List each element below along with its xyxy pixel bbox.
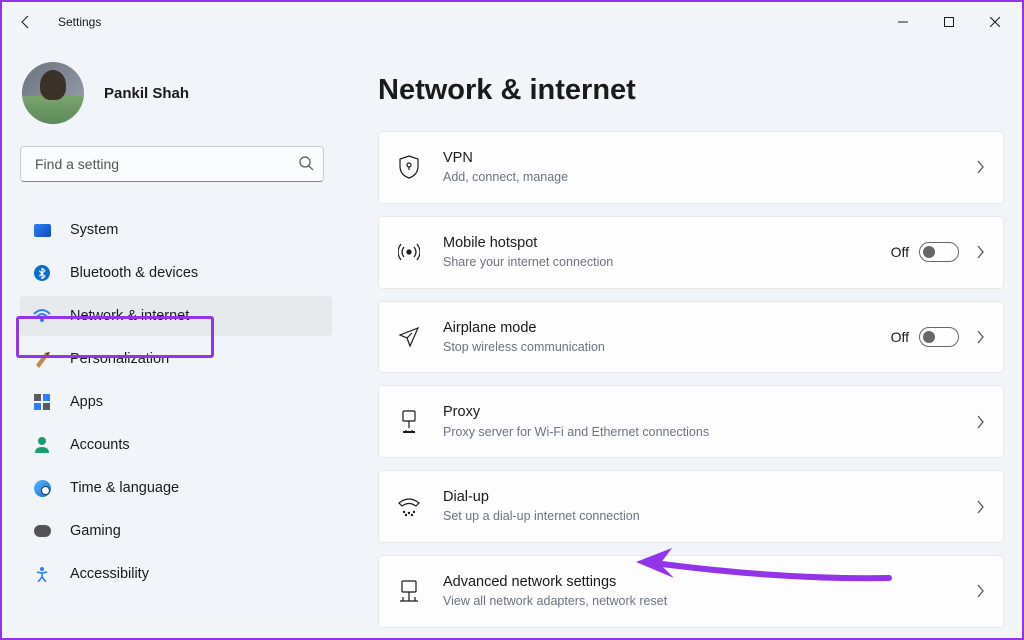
card-sub: View all network adapters, network reset [443, 593, 975, 611]
sidebar-item-apps[interactable]: Apps [20, 382, 332, 422]
card-title: Proxy [443, 402, 975, 422]
avatar [22, 62, 84, 124]
bluetooth-icon [32, 264, 52, 282]
nav-label: Personalization [70, 351, 169, 367]
card-sub: Stop wireless communication [443, 339, 891, 357]
card-sub: Set up a dial-up internet connection [443, 508, 975, 526]
nav-label: Gaming [70, 523, 121, 539]
minimize-icon [898, 17, 908, 27]
card-text: VPN Add, connect, manage [443, 148, 975, 187]
chevron-right-icon [975, 500, 985, 514]
setting-vpn[interactable]: VPN Add, connect, manage [378, 131, 1004, 204]
setting-proxy[interactable]: Proxy Proxy server for Wi-Fi and Etherne… [378, 385, 1004, 458]
card-title: Dial-up [443, 487, 975, 507]
airplane-toggle[interactable] [919, 327, 959, 347]
chevron-right-icon [975, 584, 985, 598]
sidebar-item-time-language[interactable]: Time & language [20, 468, 332, 508]
sidebar-item-gaming[interactable]: Gaming [20, 511, 332, 551]
sidebar-item-personalization[interactable]: Personalization [20, 339, 332, 379]
card-text: Advanced network settings View all netwo… [443, 572, 975, 611]
setting-dialup[interactable]: Dial-up Set up a dial-up internet connec… [378, 470, 1004, 543]
display-icon [32, 221, 52, 239]
arrow-left-icon [18, 14, 34, 30]
toggle-status: Off [891, 329, 909, 345]
maximize-icon [944, 17, 954, 27]
chevron-right-icon [975, 160, 985, 174]
sidebar: Pankil Shah System Bluetooth & devices N… [2, 42, 342, 638]
window-controls [880, 4, 1018, 40]
nav-label: Time & language [70, 480, 179, 496]
nav-label: Network & internet [70, 308, 189, 324]
card-title: VPN [443, 148, 975, 168]
maximize-button[interactable] [926, 4, 972, 40]
brush-icon [32, 350, 52, 368]
back-button[interactable] [6, 2, 46, 42]
search-icon [298, 155, 314, 171]
chevron-right-icon [975, 245, 985, 259]
card-title: Mobile hotspot [443, 233, 891, 253]
nav-label: Bluetooth & devices [70, 265, 198, 281]
user-name: Pankil Shah [104, 85, 189, 102]
sidebar-item-accessibility[interactable]: Accessibility [20, 554, 332, 594]
chevron-right-icon [975, 415, 985, 429]
airplane-icon [397, 325, 421, 349]
card-text: Mobile hotspot Share your internet conne… [443, 233, 891, 272]
setting-airplane-mode[interactable]: Airplane mode Stop wireless communicatio… [378, 301, 1004, 374]
nav-label: Accessibility [70, 566, 149, 582]
setting-advanced-network[interactable]: Advanced network settings View all netwo… [378, 555, 1004, 628]
globe-clock-icon [32, 479, 52, 497]
toggle-status: Off [891, 244, 909, 260]
phone-icon [397, 495, 421, 519]
nav-label: System [70, 222, 118, 238]
card-text: Dial-up Set up a dial-up internet connec… [443, 487, 975, 526]
close-icon [990, 17, 1000, 27]
apps-icon [32, 393, 52, 411]
card-text: Proxy Proxy server for Wi-Fi and Etherne… [443, 402, 975, 441]
hotspot-toggle[interactable] [919, 242, 959, 262]
user-profile[interactable]: Pankil Shah [12, 46, 332, 146]
main-panel: Network & internet VPN Add, connect, man… [342, 42, 1022, 638]
sidebar-item-system[interactable]: System [20, 210, 332, 250]
search-input[interactable] [20, 146, 324, 182]
card-title: Airplane mode [443, 318, 891, 338]
sidebar-item-accounts[interactable]: Accounts [20, 425, 332, 465]
minimize-button[interactable] [880, 4, 926, 40]
sidebar-item-network[interactable]: Network & internet [20, 296, 332, 336]
card-sub: Proxy server for Wi-Fi and Ethernet conn… [443, 424, 975, 442]
setting-mobile-hotspot[interactable]: Mobile hotspot Share your internet conne… [378, 216, 1004, 289]
nav-label: Accounts [70, 437, 130, 453]
sidebar-item-bluetooth[interactable]: Bluetooth & devices [20, 253, 332, 293]
content-area: Pankil Shah System Bluetooth & devices N… [2, 42, 1022, 638]
hotspot-icon [397, 240, 421, 264]
search-wrap [20, 146, 324, 182]
network-adapter-icon [397, 579, 421, 603]
card-title: Advanced network settings [443, 572, 975, 592]
gamepad-icon [32, 522, 52, 540]
title-bar: Settings [2, 2, 1022, 42]
card-sub: Share your internet connection [443, 254, 891, 272]
nav-label: Apps [70, 394, 103, 410]
close-button[interactable] [972, 4, 1018, 40]
proxy-icon [397, 410, 421, 434]
chevron-right-icon [975, 330, 985, 344]
nav-list: System Bluetooth & devices Network & int… [12, 210, 332, 594]
app-title: Settings [58, 15, 101, 29]
accessibility-icon [32, 565, 52, 583]
card-sub: Add, connect, manage [443, 169, 975, 187]
page-title: Network & internet [378, 74, 1004, 107]
shield-lock-icon [397, 155, 421, 179]
wifi-icon [32, 307, 52, 325]
person-icon [32, 436, 52, 454]
card-text: Airplane mode Stop wireless communicatio… [443, 318, 891, 357]
